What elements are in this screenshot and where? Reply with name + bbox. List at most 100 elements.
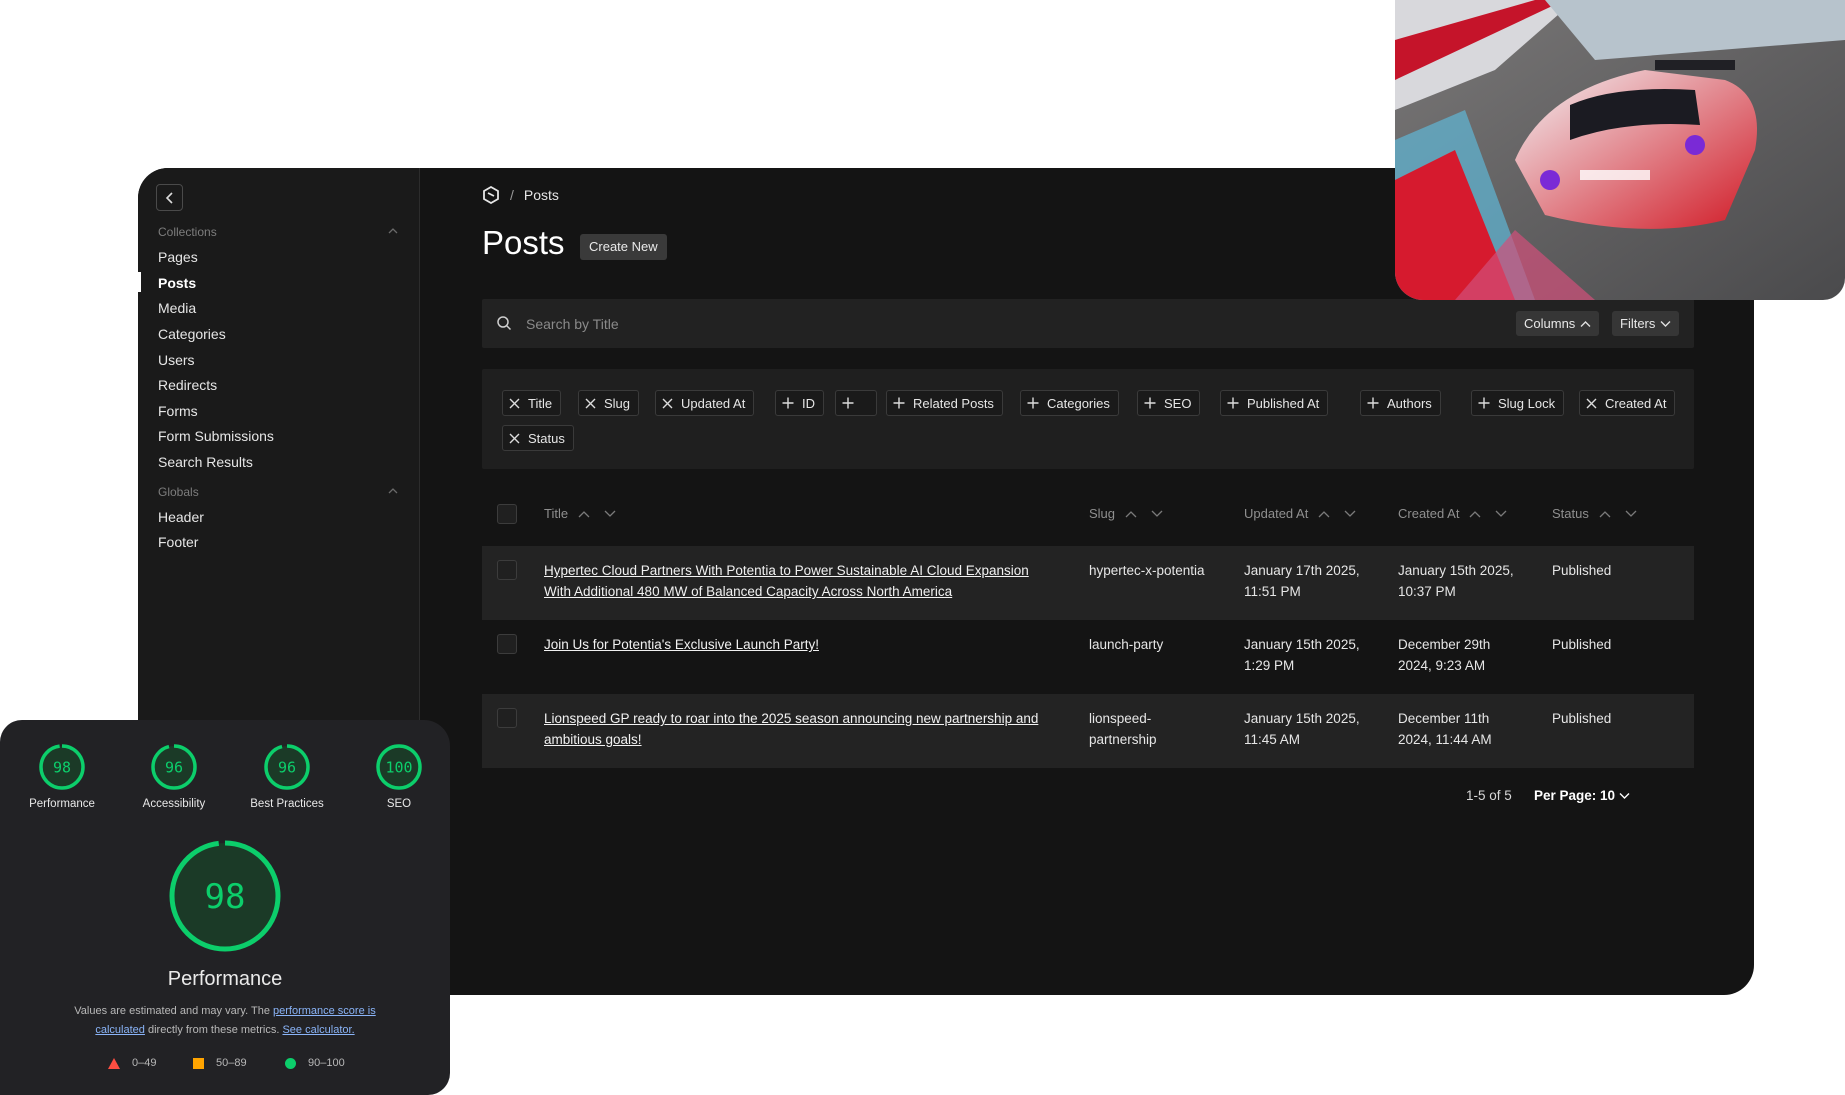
- column-toggle-pill[interactable]: SEO: [1137, 390, 1201, 416]
- sidebar-item-categories[interactable]: Categories: [158, 326, 226, 342]
- pill-label: Updated At: [681, 395, 746, 411]
- post-title-link-line[interactable]: With Additional 480 MW of Balanced Capac…: [544, 581, 1029, 602]
- sidebar-item-form-submissions[interactable]: Form Submissions: [158, 428, 274, 444]
- plus-icon: [1227, 397, 1239, 409]
- pagination-range: 1-5 of 5: [1466, 788, 1512, 803]
- sidebar-item-users[interactable]: Users: [158, 352, 195, 368]
- column-toggle-pill[interactable]: Slug Lock: [1471, 390, 1565, 416]
- column-toggle-pill[interactable]: ID: [775, 390, 824, 416]
- score-label: Performance: [29, 798, 95, 810]
- logo-icon[interactable]: [482, 186, 500, 204]
- row-checkbox[interactable]: [497, 560, 517, 580]
- column-toggle-pill[interactable]: Authors: [1360, 390, 1441, 416]
- column-header-updated-at[interactable]: Updated At: [1244, 506, 1356, 521]
- sort-icons[interactable]: [578, 506, 616, 521]
- column-toggle-pill[interactable]: Updated At: [655, 390, 755, 416]
- filters-button[interactable]: Filters: [1612, 311, 1680, 336]
- sort-icons[interactable]: [1318, 506, 1356, 521]
- score-note: Values are estimated and may vary. The p…: [55, 1002, 395, 1040]
- sidebar-item-pages[interactable]: Pages: [158, 249, 198, 265]
- globals-group-label: Globals: [158, 485, 199, 499]
- score-gauge-accessibility[interactable]: 96 Accessibility: [118, 742, 230, 810]
- close-icon: [509, 398, 520, 408]
- race-car-photo: [1395, 0, 1845, 300]
- post-title-link-line[interactable]: Lionspeed GP ready to roar into the 2025…: [544, 708, 1038, 729]
- sort-ascending-icon: [1125, 511, 1137, 518]
- column-toggle-pill[interactable]: Published At: [1220, 390, 1329, 416]
- columns-button[interactable]: Columns: [1516, 311, 1600, 336]
- sidebar-item-posts[interactable]: Posts: [158, 275, 196, 291]
- page-title: Posts: [482, 224, 565, 261]
- post-title-link-line[interactable]: ambitious goals!: [544, 729, 1038, 750]
- pill-label: Status: [528, 430, 565, 446]
- chevron-up-icon[interactable]: [388, 486, 398, 496]
- created-at: January 15th 2025, 10:37 PM: [1398, 560, 1514, 602]
- active-indicator: [138, 272, 141, 292]
- column-header-slug[interactable]: Slug: [1089, 506, 1163, 521]
- created-at-line: January 15th 2025,: [1398, 563, 1514, 578]
- column-toggle-pill[interactable]: Related Posts: [886, 390, 1003, 416]
- score-label: Best Practices: [250, 798, 324, 810]
- column-header-title[interactable]: Title: [544, 506, 616, 521]
- columns-panel: Title Slug Updated At ID Related Posts Catego…: [482, 369, 1694, 469]
- post-title-link-line[interactable]: Join Us for Potentia's Exclusive Launch …: [544, 634, 819, 655]
- post-slug-line: partnership: [1089, 732, 1157, 747]
- post-slug: lionspeed-partnership: [1089, 708, 1157, 750]
- sort-icons[interactable]: [1125, 506, 1163, 521]
- breadcrumb-current: Posts: [523, 187, 559, 203]
- row-checkbox[interactable]: [497, 708, 517, 728]
- column-toggle-pill[interactable]: Title: [502, 390, 562, 416]
- pill-label: Authors: [1387, 395, 1432, 411]
- column-header-created-at[interactable]: Created At: [1398, 506, 1507, 521]
- performance-main-label: Performance: [167, 968, 283, 990]
- chevron-up-icon[interactable]: [388, 226, 398, 236]
- table-row: Hypertec Cloud Partners With Potentia to…: [482, 546, 1694, 620]
- column-header-status[interactable]: Status: [1552, 506, 1637, 521]
- pill-label: Created At: [1605, 395, 1667, 411]
- updated-at-line: 11:45 AM: [1244, 732, 1301, 747]
- close-icon: [585, 398, 596, 408]
- sort-icons[interactable]: [1469, 506, 1507, 521]
- sort-icons[interactable]: [1599, 506, 1637, 521]
- chevron-down-icon: [1660, 320, 1671, 327]
- select-all-checkbox[interactable]: [497, 504, 517, 524]
- gauge-value: 100: [385, 758, 412, 776]
- close-icon: [662, 398, 673, 408]
- breadcrumb-separator: /: [510, 187, 514, 203]
- post-title-link[interactable]: Join Us for Potentia's Exclusive Launch …: [544, 634, 819, 655]
- create-new-button[interactable]: Create New: [580, 234, 667, 260]
- post-slug: launch-party: [1089, 634, 1163, 655]
- search-input[interactable]: [526, 299, 1326, 348]
- column-toggle-pill[interactable]: Slug: [578, 390, 640, 416]
- sort-ascending-icon: [1318, 511, 1330, 518]
- pill-label: ID: [802, 395, 815, 411]
- column-toggle-pill[interactable]: [835, 390, 877, 416]
- post-title-link-line[interactable]: Hypertec Cloud Partners With Potentia to…: [544, 560, 1029, 581]
- score-gauge-performance[interactable]: 98 Performance: [6, 742, 118, 810]
- updated-at: January 15th 2025, 1:29 PM: [1244, 634, 1360, 676]
- sidebar-item-header[interactable]: Header: [158, 509, 204, 525]
- post-slug-line: lionspeed-: [1089, 711, 1152, 726]
- post-title-link[interactable]: Hypertec Cloud Partners With Potentia to…: [544, 560, 1029, 602]
- plus-icon: [1367, 397, 1379, 409]
- score-ring: 96: [151, 744, 197, 790]
- column-toggle-pill[interactable]: Status: [502, 425, 574, 451]
- score-gauge-best-practices[interactable]: 96 Best Practices: [231, 742, 343, 810]
- sidebar-item-redirects[interactable]: Redirects: [158, 377, 217, 393]
- column-toggle-pill[interactable]: Created At: [1579, 390, 1676, 416]
- table-row: Join Us for Potentia's Exclusive Launch …: [482, 620, 1694, 694]
- per-page-select[interactable]: Per Page: 10: [1534, 788, 1630, 803]
- sidebar-item-media[interactable]: Media: [158, 300, 196, 316]
- collapse-sidebar-button[interactable]: [156, 184, 183, 211]
- sort-descending-icon: [1495, 510, 1507, 517]
- sidebar-item-search-results[interactable]: Search Results: [158, 454, 253, 470]
- post-title-link[interactable]: Lionspeed GP ready to roar into the 2025…: [544, 708, 1038, 750]
- row-checkbox[interactable]: [497, 634, 517, 654]
- sidebar-item-footer[interactable]: Footer: [158, 534, 198, 550]
- sidebar-item-forms[interactable]: Forms: [158, 403, 198, 419]
- performance-main-gauge: 98: [167, 838, 283, 959]
- updated-at-line: January 15th 2025,: [1244, 711, 1360, 726]
- column-toggle-pill[interactable]: Categories: [1020, 390, 1119, 416]
- see-calculator-link[interactable]: See calculator.: [282, 1024, 354, 1036]
- score-gauge-seo[interactable]: 100 SEO: [343, 742, 455, 810]
